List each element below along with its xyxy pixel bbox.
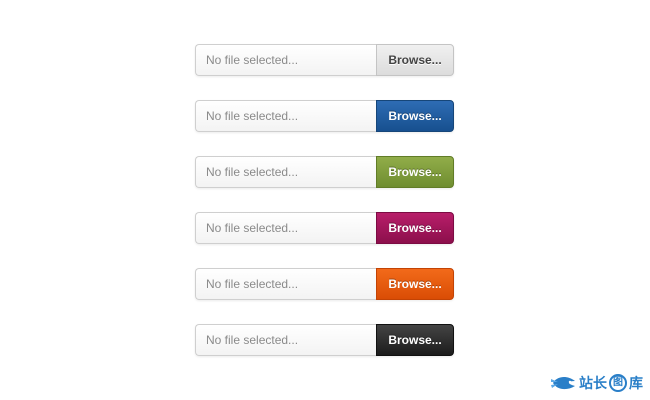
file-name-field[interactable]: No file selected... [195, 324, 376, 356]
watermark-tail: 库 [629, 376, 643, 392]
file-uploader: No file selected... Browse... [195, 156, 454, 188]
file-uploader: No file selected... Browse... [195, 212, 454, 244]
file-name-field[interactable]: No file selected... [195, 44, 376, 76]
watermark-text: 站长 [579, 376, 607, 392]
file-name-field[interactable]: No file selected... [195, 156, 376, 188]
browse-button[interactable]: Browse... [376, 324, 454, 356]
file-uploader: No file selected... Browse... [195, 324, 454, 356]
fish-logo-icon [551, 377, 575, 390]
browse-button[interactable]: Browse... [376, 212, 454, 244]
browse-button[interactable]: Browse... [376, 156, 454, 188]
browse-button[interactable]: Browse... [376, 268, 454, 300]
site-watermark: 站长 图 库 [551, 371, 643, 395]
file-uploader: No file selected... Browse... [195, 100, 454, 132]
browse-button[interactable]: Browse... [376, 44, 454, 76]
file-uploader: No file selected... Browse... [195, 268, 454, 300]
file-name-field[interactable]: No file selected... [195, 100, 376, 132]
file-name-field[interactable]: No file selected... [195, 212, 376, 244]
file-name-field[interactable]: No file selected... [195, 268, 376, 300]
watermark-circled-char: 图 [609, 374, 627, 392]
file-uploader: No file selected... Browse... [195, 44, 454, 76]
browse-button[interactable]: Browse... [376, 100, 454, 132]
